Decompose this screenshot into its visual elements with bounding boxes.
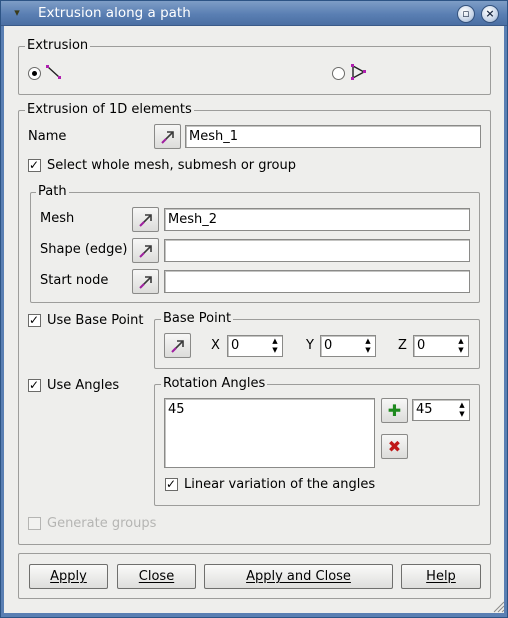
name-label: Name: [28, 129, 67, 144]
select-arrow-icon: [161, 131, 174, 144]
select-arrow-icon: [139, 245, 152, 258]
extrusion-edge-radio[interactable]: [28, 67, 41, 80]
base-x-label: X: [211, 338, 220, 353]
path-mesh-field[interactable]: Mesh_2: [164, 208, 470, 231]
shape-edge-field[interactable]: [164, 239, 470, 262]
window-menu-icon[interactable]: ▾: [10, 6, 24, 20]
close-window-button[interactable]: ×: [481, 5, 499, 23]
extrusion-legend: Extrusion: [25, 38, 91, 54]
path-mesh-label: Mesh: [40, 211, 75, 226]
spin-up-icon[interactable]: ▲: [456, 401, 468, 410]
select-arrow-icon: [171, 340, 184, 353]
spin-up-icon[interactable]: ▲: [455, 337, 467, 346]
spin-up-icon[interactable]: ▲: [362, 337, 374, 346]
window-title: Extrusion along a path: [38, 5, 191, 21]
base-x-value: 0: [231, 338, 240, 353]
base-y-spinbox[interactable]: 0 ▲ ▼: [320, 335, 376, 357]
name-field[interactable]: Mesh_1: [185, 125, 481, 148]
angle-spinbox[interactable]: 45 ▲ ▼: [412, 399, 470, 421]
path-legend: Path: [36, 184, 69, 200]
base-point-select-button[interactable]: [164, 333, 191, 358]
name-select-button[interactable]: [154, 124, 181, 149]
select-whole-mesh-label: Select whole mesh, submesh or group: [47, 158, 296, 173]
spin-up-icon[interactable]: ▲: [269, 337, 281, 346]
base-point-legend: Base Point: [161, 311, 234, 327]
elements-1d-legend: Extrusion of 1D elements: [25, 102, 194, 118]
help-button[interactable]: Help: [401, 564, 481, 589]
close-button[interactable]: Close: [117, 564, 196, 589]
generate-groups-label: Generate groups: [47, 516, 157, 531]
add-angle-button[interactable]: ✚: [381, 398, 408, 423]
angles-list[interactable]: 45: [164, 398, 375, 468]
face-element-icon: [351, 64, 366, 80]
extrusion-type-group: Extrusion: [18, 38, 491, 95]
shape-edge-select-button[interactable]: [132, 238, 159, 263]
spin-down-icon[interactable]: ▼: [455, 346, 467, 355]
spin-down-icon[interactable]: ▼: [456, 410, 468, 419]
edge-element-icon: [46, 65, 61, 79]
shape-edge-label: Shape (edge): [40, 242, 128, 257]
base-x-spinbox[interactable]: 0 ▲ ▼: [227, 335, 283, 357]
base-z-value: 0: [417, 338, 426, 353]
angle-list-item[interactable]: 45: [168, 401, 185, 419]
linear-variation-checkbox[interactable]: ✓: [165, 477, 178, 491]
extrusion-face-radio[interactable]: [332, 67, 345, 80]
select-arrow-icon: [139, 276, 152, 289]
use-angles-label: Use Angles: [47, 378, 120, 393]
title-bar[interactable]: ▾ Extrusion along a path ▫ ×: [1, 1, 507, 26]
base-z-label: Z: [398, 338, 407, 353]
resize-grip-icon[interactable]: [491, 599, 505, 613]
window-border-right: [504, 26, 507, 616]
use-base-point-label: Use Base Point: [47, 313, 144, 328]
start-node-field[interactable]: [164, 270, 470, 293]
start-node-label: Start node: [40, 273, 109, 288]
select-whole-mesh-checkbox[interactable]: ✓: [28, 158, 41, 172]
remove-angle-button[interactable]: ✖: [381, 434, 408, 459]
window-border-left: [1, 26, 4, 616]
maximize-button[interactable]: ▫: [457, 5, 475, 23]
start-node-select-button[interactable]: [132, 269, 159, 294]
angle-spin-value: 45: [416, 402, 433, 417]
plus-icon: ✚: [387, 401, 402, 420]
select-arrow-icon: [139, 214, 152, 227]
extrusion-dialog: ▾ Extrusion along a path ▫ × Extrusion E…: [0, 0, 508, 618]
path-mesh-select-button[interactable]: [132, 207, 159, 232]
delete-icon: ✖: [387, 437, 402, 456]
apply-button[interactable]: Apply: [29, 564, 108, 589]
linear-variation-label: Linear variation of the angles: [184, 477, 376, 492]
generate-groups-checkbox[interactable]: [28, 517, 41, 530]
apply-and-close-button[interactable]: Apply and Close: [204, 564, 393, 589]
base-y-label: Y: [306, 338, 314, 353]
base-y-value: 0: [324, 338, 333, 353]
spin-down-icon[interactable]: ▼: [362, 346, 374, 355]
spin-down-icon[interactable]: ▼: [269, 346, 281, 355]
base-z-spinbox[interactable]: 0 ▲ ▼: [413, 335, 469, 357]
use-angles-checkbox[interactable]: ✓: [28, 378, 41, 392]
use-base-point-checkbox[interactable]: ✓: [28, 313, 41, 327]
rotation-angles-legend: Rotation Angles: [161, 376, 268, 392]
window-border-bottom: [1, 613, 507, 617]
